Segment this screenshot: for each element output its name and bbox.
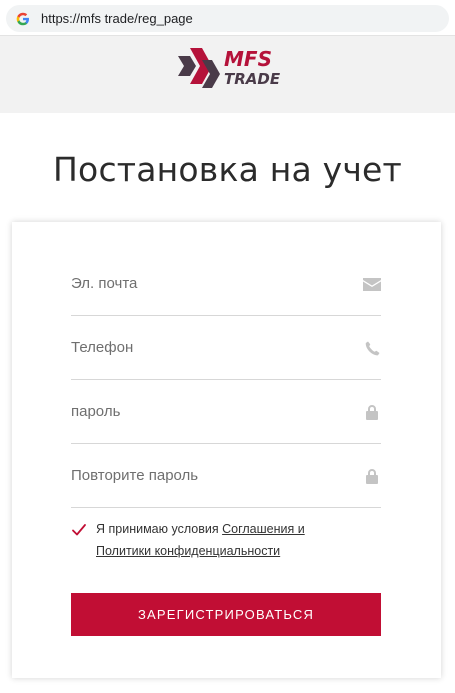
url-field[interactable]: https://mfs trade/reg_page [6,5,449,32]
checkmark-icon [72,524,86,536]
terms-agreement: Я принимаю условия Соглашения и Политики… [71,518,391,562]
logo-text-trade: TRADE [224,70,281,88]
password-field [71,380,381,444]
phone-input[interactable] [71,316,351,378]
mfs-trade-logo[interactable]: MFS TRADE [176,42,300,94]
terms-checkbox[interactable] [71,522,87,538]
google-icon [15,11,31,27]
browser-address-bar: https://mfs trade/reg_page [0,0,455,36]
phone-icon [363,340,381,356]
lock-icon [363,468,381,484]
lock-icon [363,404,381,420]
repeat-password-input[interactable] [71,444,351,506]
registration-card: Я принимаю условия Соглашения и Политики… [12,222,441,678]
logo-text-mfs: MFS [224,47,272,71]
email-input[interactable] [71,252,351,314]
privacy-policy-link[interactable]: Политики конфиденциальности [96,544,280,558]
repeat-password-field [71,444,381,508]
site-header: MFS TRADE [0,36,455,113]
terms-prefix-text: Я принимаю условия [96,522,223,536]
phone-field [71,316,381,380]
password-input[interactable] [71,380,351,442]
register-button[interactable]: ЗАРЕГИСТРИРОВАТЬСЯ [71,593,381,636]
page-title: Постановка на учет [53,150,402,189]
agreement-link[interactable]: Соглашения и [222,522,305,536]
envelope-icon [363,276,381,292]
url-text: https://mfs trade/reg_page [41,11,193,26]
email-field [71,252,381,316]
